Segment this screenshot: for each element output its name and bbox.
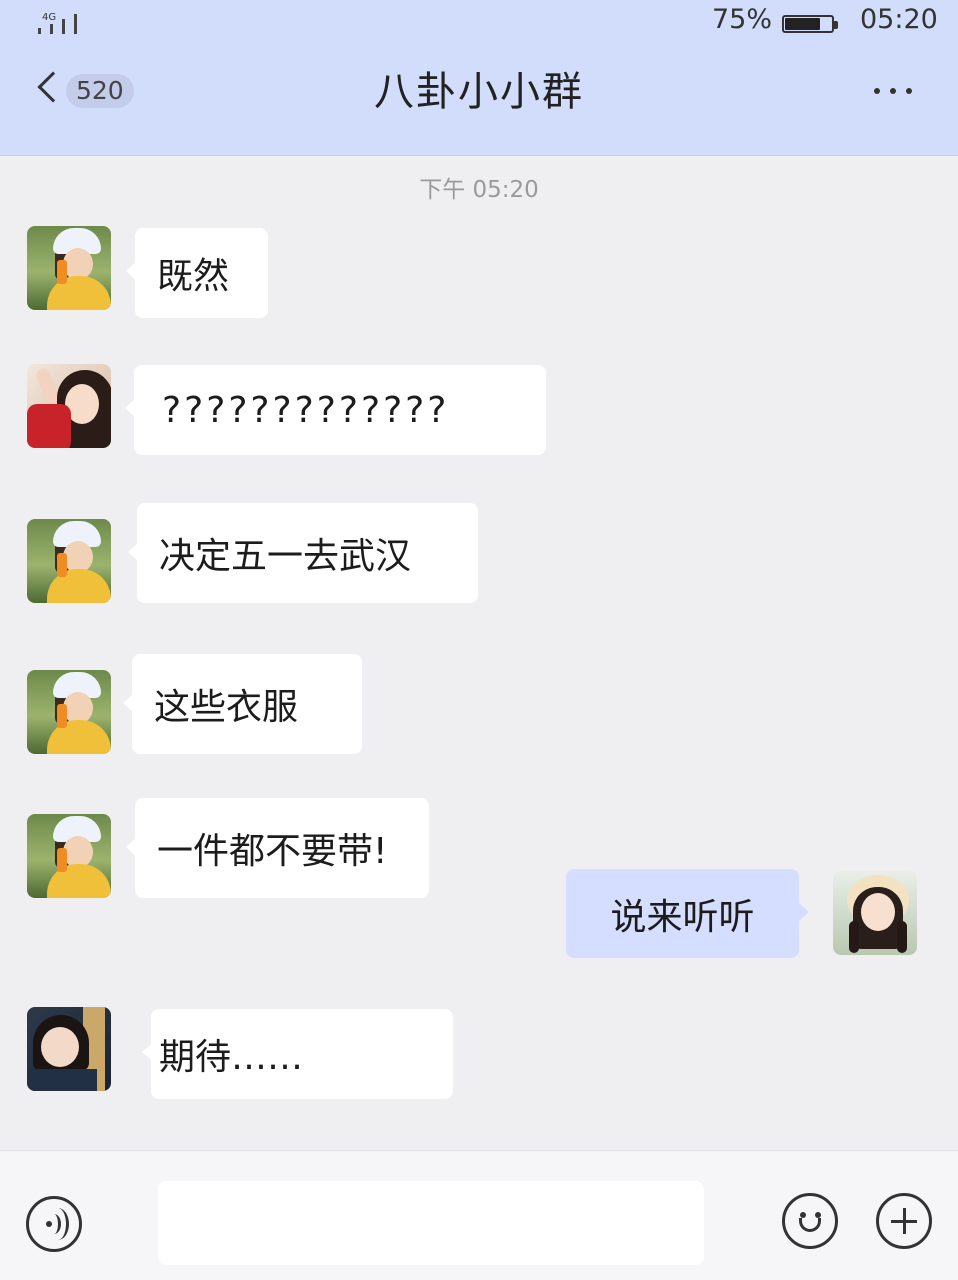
message-text: 这些衣服 [154, 687, 299, 728]
more-dots-icon[interactable] [866, 76, 920, 106]
plus-icon[interactable] [876, 1193, 932, 1249]
signal-icon: 4G [36, 12, 84, 34]
message-text: 说来听听 [610, 896, 755, 938]
message-text: 一件都不要带! [157, 831, 388, 872]
message-bubble[interactable]: 既然 [126, 228, 268, 318]
battery-percent: 75% [712, 4, 773, 35]
message-timestamp: 下午 05:20 [419, 177, 539, 203]
girl-short-hair-avatar[interactable] [27, 1007, 111, 1091]
girl-bucket-hat-avatar[interactable] [27, 670, 111, 754]
girl-straw-hat-avatar[interactable] [833, 871, 917, 955]
emoji-icon[interactable] [782, 1193, 838, 1249]
message-text: 决定五一去武汉 [159, 536, 412, 577]
message-text: ????????????? [162, 389, 450, 431]
battery-icon [782, 15, 838, 33]
top-bar: 4G 75% 05:20 520 八卦小小群 [0, 0, 958, 156]
input-bar [0, 1150, 958, 1280]
message-bubble-self[interactable]: 说来听听 [566, 869, 809, 958]
message-input[interactable] [158, 1181, 704, 1265]
girl-bucket-hat-avatar[interactable] [27, 226, 111, 310]
girl-red-dress-avatar[interactable] [27, 364, 111, 448]
battery-fill [785, 18, 820, 30]
girl-bucket-hat-avatar[interactable] [27, 814, 111, 898]
message-bubble[interactable]: 这些衣服 [123, 654, 362, 754]
girl-bucket-hat-avatar[interactable] [27, 519, 111, 603]
message-bubble[interactable]: ????????????? [125, 365, 546, 455]
message-text: 期待…… [159, 1037, 304, 1078]
message-bubble[interactable]: 决定五一去武汉 [128, 503, 478, 603]
voice-icon[interactable] [26, 1196, 82, 1252]
message-bubble[interactable]: 期待…… [142, 1009, 453, 1099]
message-bubble[interactable]: 一件都不要带! [126, 798, 429, 898]
network-type: 4G [42, 12, 57, 23]
chat-title: 八卦小小群 [374, 69, 584, 115]
status-time: 05:20 [860, 4, 938, 35]
message-text: 既然 [157, 256, 230, 297]
